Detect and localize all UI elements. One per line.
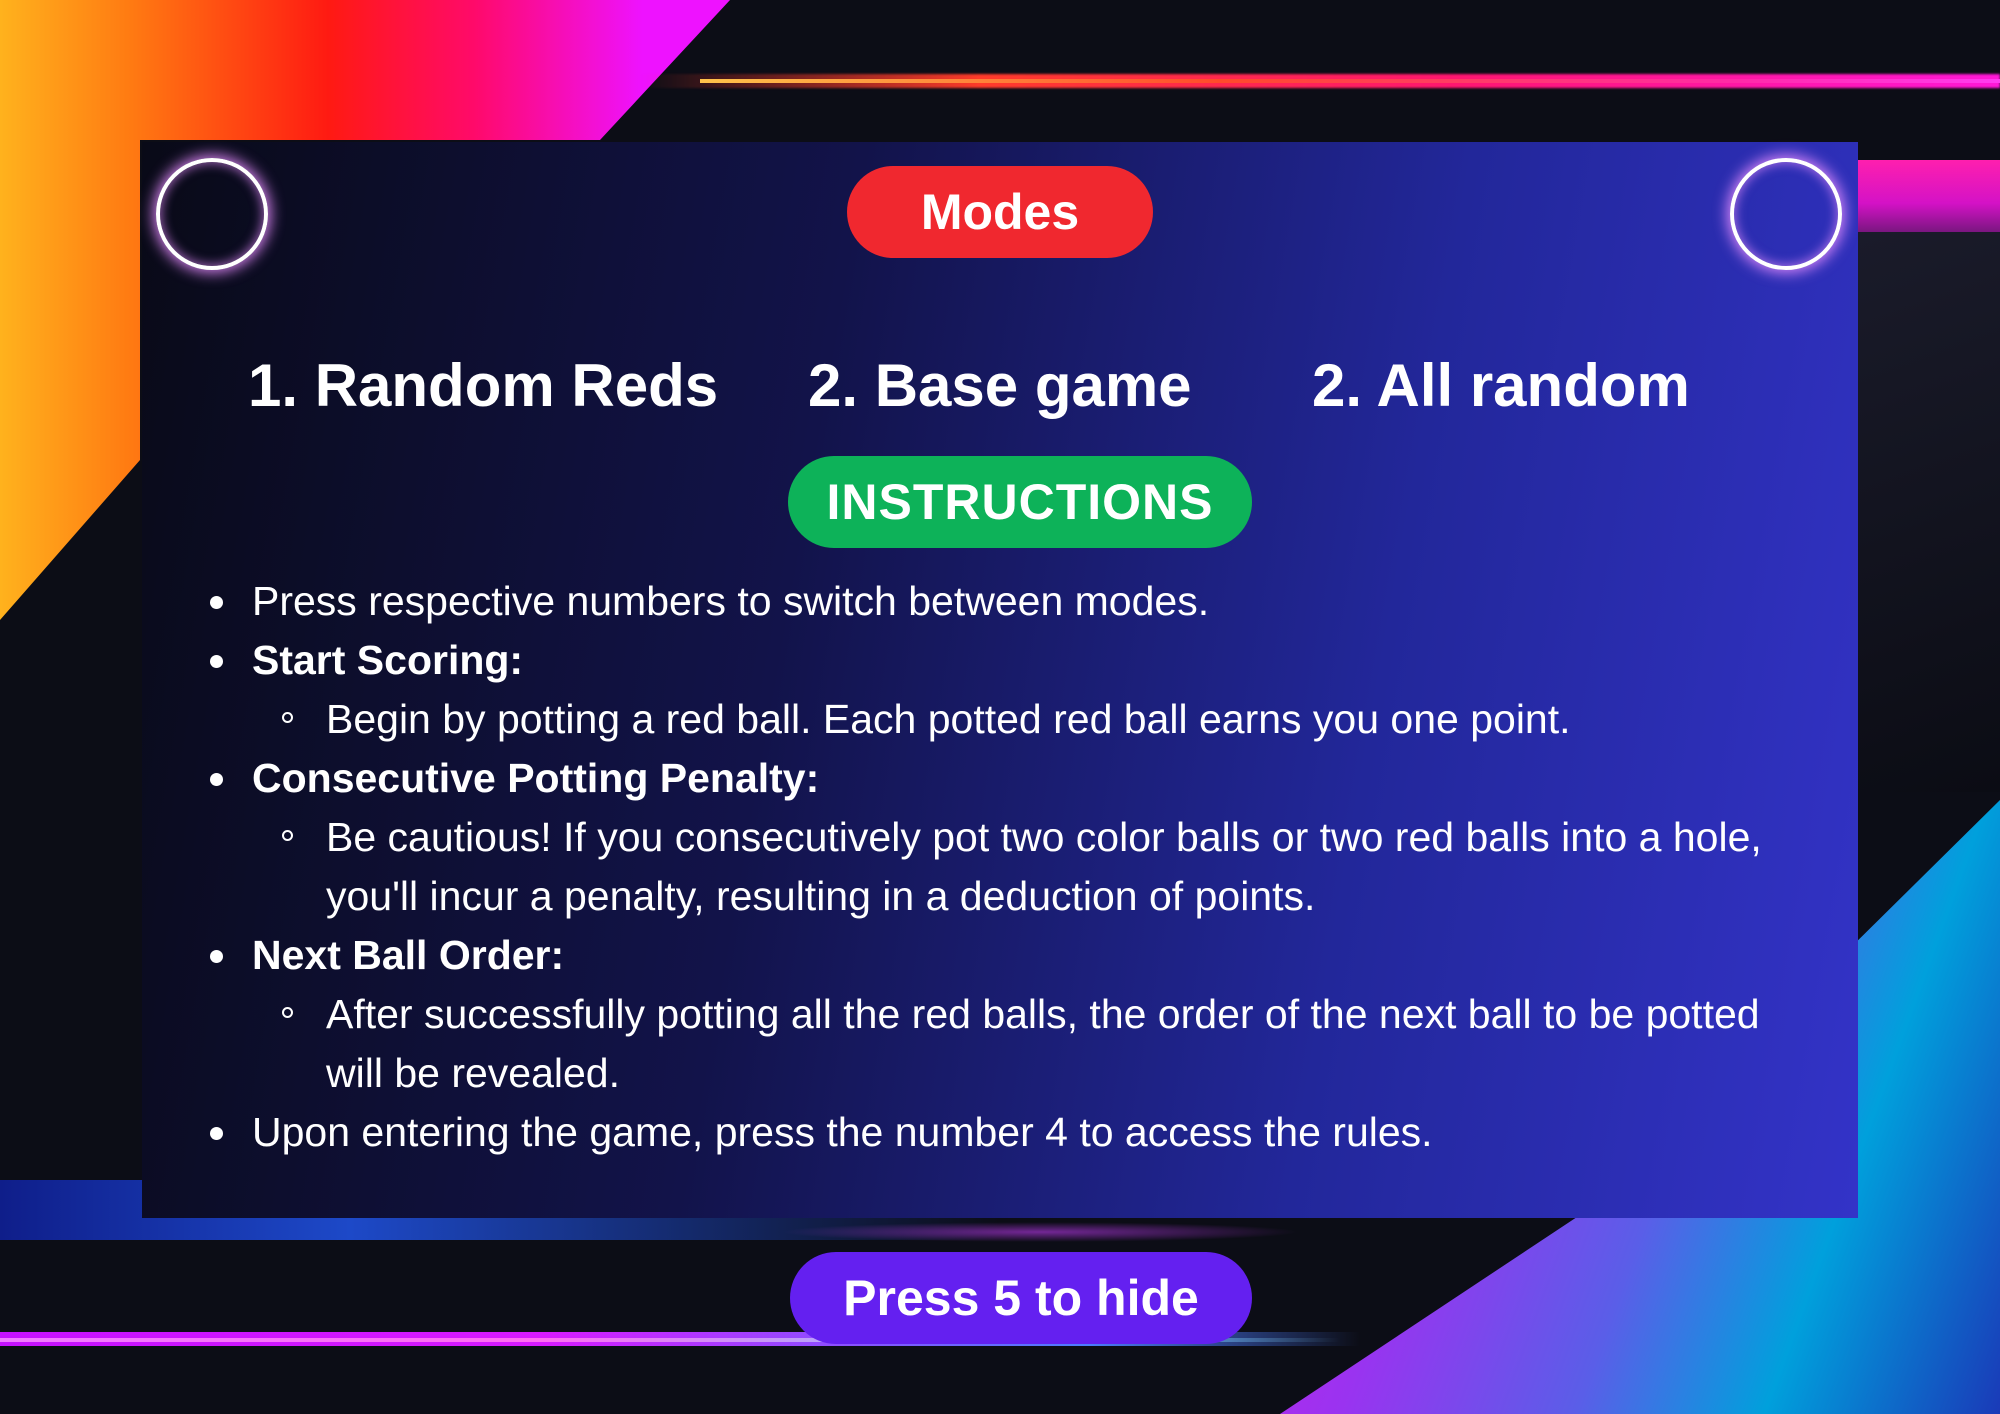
hollow-bullet-icon bbox=[282, 1007, 293, 1018]
decorative-light-streak-top-core bbox=[700, 79, 2000, 83]
decorative-glow-bottom bbox=[780, 1222, 1300, 1242]
hollow-bullet-icon bbox=[282, 830, 293, 841]
instruction-item: Press respective numbers to switch betwe… bbox=[204, 572, 1824, 631]
bullet-icon bbox=[210, 773, 223, 786]
instruction-subitem: After successfully potting all the red b… bbox=[204, 985, 1824, 1103]
bullet-icon bbox=[210, 596, 223, 609]
mode-option-all-random: 2. All random bbox=[1312, 352, 1690, 419]
decorative-bar-right bbox=[1858, 160, 2000, 232]
instruction-item: Upon entering the game, press the number… bbox=[204, 1103, 1824, 1162]
instruction-heading-text: Consecutive Potting Penalty: bbox=[252, 755, 820, 801]
instruction-subitem-text: Begin by potting a red ball. Each potted… bbox=[326, 696, 1571, 742]
instruction-subitem: Begin by potting a red ball. Each potted… bbox=[204, 690, 1824, 749]
bullet-icon bbox=[210, 655, 223, 668]
instruction-heading-text: Next Ball Order: bbox=[252, 932, 565, 978]
instruction-text: Upon entering the game, press the number… bbox=[252, 1109, 1433, 1155]
neon-ring-icon-right bbox=[1730, 158, 1842, 270]
instruction-heading: Start Scoring: bbox=[204, 631, 1824, 690]
instruction-heading: Next Ball Order: bbox=[204, 926, 1824, 985]
instruction-subitem-text: After successfully potting all the red b… bbox=[326, 991, 1760, 1096]
bullet-icon bbox=[210, 950, 223, 963]
instructions-panel: Modes 1. Random Reds 2. Base game 2. All… bbox=[142, 142, 1858, 1218]
modes-list: 1. Random Reds 2. Base game 2. All rando… bbox=[142, 348, 1858, 424]
instruction-subitem: Be cautious! If you consecutively pot tw… bbox=[204, 808, 1824, 926]
instruction-subitem-text: Be cautious! If you consecutively pot tw… bbox=[326, 814, 1762, 919]
bullet-icon bbox=[210, 1127, 223, 1140]
instructions-heading-badge: INSTRUCTIONS bbox=[788, 456, 1252, 548]
instructions-list: Press respective numbers to switch betwe… bbox=[204, 572, 1824, 1162]
neon-ring-icon-left bbox=[156, 158, 268, 270]
instruction-text: Press respective numbers to switch betwe… bbox=[252, 578, 1210, 624]
mode-option-random-reds: 1. Random Reds bbox=[248, 352, 719, 419]
instruction-heading-text: Start Scoring: bbox=[252, 637, 524, 683]
modes-heading-badge: Modes bbox=[847, 166, 1153, 258]
hollow-bullet-icon bbox=[282, 712, 293, 723]
hide-instructions-badge: Press 5 to hide bbox=[790, 1252, 1252, 1344]
instruction-heading: Consecutive Potting Penalty: bbox=[204, 749, 1824, 808]
mode-option-base-game: 2. Base game bbox=[808, 352, 1192, 419]
decorative-plate-right bbox=[1858, 232, 2000, 792]
game-instructions-screen: Modes 1. Random Reds 2. Base game 2. All… bbox=[0, 0, 2000, 1414]
